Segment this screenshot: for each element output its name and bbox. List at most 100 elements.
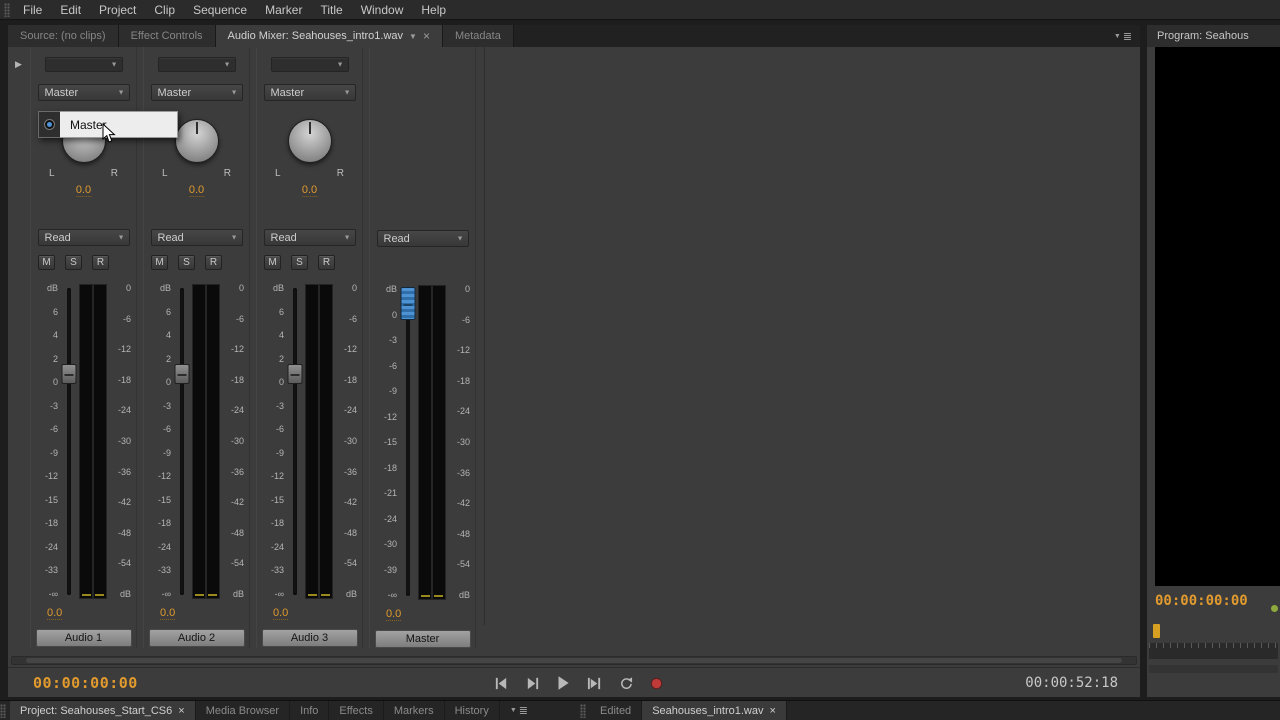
menu-item[interactable]: Clip — [145, 0, 184, 20]
menu-item[interactable]: Project — [90, 0, 145, 20]
msr-button[interactable]: R — [92, 255, 109, 270]
popup-menu-item-master[interactable]: Master — [60, 111, 178, 138]
pan-knob[interactable] — [287, 119, 332, 163]
effects-slot-dropdown[interactable]: ▼ — [44, 57, 123, 72]
volume-fader-track[interactable] — [400, 285, 416, 600]
fader-scale-label: -18 — [383, 462, 397, 473]
fader-scale-label: -9 — [388, 386, 397, 396]
output-assign-dropdown[interactable]: Master ▼ — [37, 84, 130, 101]
automation-mode-dropdown[interactable]: Read ▼ — [376, 230, 469, 247]
goto-in-button[interactable] — [490, 673, 512, 693]
bottom-tab[interactable]: Effects — [329, 701, 384, 720]
chevron-down-icon: ▼ — [336, 61, 344, 68]
volume-fader-track[interactable] — [287, 284, 303, 599]
volume-fader-track[interactable] — [61, 284, 77, 599]
effects-slot-dropdown[interactable]: ▼ — [157, 57, 236, 72]
bottom-tab[interactable]: Markers — [384, 701, 445, 720]
menu-item[interactable]: Help — [412, 0, 455, 20]
tab-project[interactable]: Project: Seahouses_Start_CS6 × — [10, 701, 196, 720]
level-value[interactable]: 0.0 — [160, 607, 176, 620]
record-button[interactable] — [645, 673, 667, 693]
meter-scale: 0 -6 -12 -18 -24 -30 -36 -42 -48 -54 dB — [109, 284, 136, 599]
level-value[interactable]: 0.0 — [386, 608, 402, 621]
panel-grip[interactable] — [0, 703, 6, 718]
automation-mode-dropdown[interactable]: Read ▼ — [37, 229, 130, 246]
effects-slot-dropdown[interactable]: ▼ — [270, 57, 349, 72]
close-icon[interactable]: × — [423, 29, 430, 43]
meter-scale-label: -36 — [230, 466, 244, 477]
tab-edited[interactable]: Edited — [590, 701, 643, 720]
automation-mode-dropdown[interactable]: Read ▼ — [263, 229, 356, 246]
track-name-button[interactable]: Master — [374, 630, 471, 648]
master-strip-spacer — [370, 57, 475, 216]
panel-expand-arrow[interactable]: ▶ — [15, 59, 22, 70]
menu-item[interactable]: Marker — [256, 0, 311, 20]
level-value[interactable]: 0.0 — [47, 607, 63, 620]
pan-value[interactable]: 0.0 — [188, 184, 205, 197]
menu-item[interactable]: File — [14, 0, 51, 20]
bottom-tab[interactable]: History — [445, 701, 500, 720]
tab-metadata[interactable]: Metadata — [442, 25, 514, 47]
panel-grip[interactable] — [4, 2, 10, 17]
meter-scale-label: -36 — [117, 466, 131, 477]
pan-value[interactable]: 0.0 — [75, 184, 92, 197]
msr-button[interactable]: M — [38, 255, 55, 270]
output-assign-dropdown[interactable]: Master ▼ — [263, 84, 356, 101]
track-name-button[interactable]: Audio 2 — [148, 629, 245, 647]
play-button[interactable] — [552, 673, 574, 693]
output-assign-dropdown[interactable]: Master ▼ — [150, 84, 243, 101]
horizontal-scrollbar[interactable] — [11, 656, 1137, 665]
close-icon[interactable]: × — [178, 705, 184, 717]
channel-strip-master: Read ▼ dB 0 -3 -6 -9 -12 -15 -18 -21 -24 -30 -39 -∞… — [369, 47, 476, 648]
menu-item[interactable]: Window — [352, 0, 413, 20]
panel-grip[interactable] — [579, 703, 586, 718]
pan-knob[interactable] — [174, 119, 219, 163]
goto-out-button[interactable] — [521, 673, 543, 693]
marker-icon[interactable] — [1153, 624, 1160, 638]
msr-button[interactable]: M — [151, 255, 168, 270]
tab-seahouses-wav[interactable]: Seahouses_intro1.wav × — [642, 701, 787, 720]
bottom-tab[interactable]: Media Browser — [196, 701, 291, 720]
fader-scale-label: 0 — [391, 309, 397, 320]
program-timecode[interactable]: 00:00:00:00 — [1147, 586, 1280, 609]
msr-button[interactable]: S — [291, 255, 308, 270]
msr-button[interactable]: M — [264, 255, 281, 270]
track-name-button[interactable]: Audio 1 — [35, 629, 132, 647]
fader-handle[interactable] — [287, 364, 303, 384]
loop-button[interactable] — [614, 673, 636, 693]
scrollbar-thumb[interactable] — [26, 658, 1122, 663]
meter-scale-label: -30 — [343, 435, 357, 446]
menu-item[interactable]: Sequence — [184, 0, 256, 20]
fader-handle[interactable] — [61, 364, 77, 384]
bottom-tab[interactable]: Info — [290, 701, 330, 720]
playhead-timecode[interactable]: 00:00:00:00 — [33, 674, 138, 692]
program-scrollbar[interactable] — [1149, 665, 1278, 673]
msr-button[interactable]: S — [178, 255, 195, 270]
volume-fader-track[interactable] — [174, 284, 190, 599]
tab-source[interactable]: Source: (no clips) — [8, 25, 119, 47]
msr-button[interactable]: S — [65, 255, 82, 270]
level-value[interactable]: 0.0 — [273, 607, 289, 620]
tab-effect-controls[interactable]: Effect Controls — [118, 25, 216, 47]
panel-menu-icon[interactable]: ▼ ≣ — [1106, 25, 1140, 47]
msr-button[interactable]: R — [205, 255, 222, 270]
chevron-down-icon[interactable]: ▼ — [409, 32, 417, 41]
close-icon[interactable]: × — [769, 705, 775, 717]
meter-scale-label: -42 — [230, 497, 244, 508]
tab-program[interactable]: Program: Seahous — [1147, 25, 1280, 47]
tab-audio-mixer[interactable]: Audio Mixer: Seahouses_intro1.wav ▼ × — [215, 25, 443, 47]
automation-mode-dropdown[interactable]: Read ▼ — [150, 229, 243, 246]
menu-item[interactable]: Edit — [51, 0, 90, 20]
meter-scale-label: -18 — [456, 375, 470, 386]
program-mini-timeline[interactable] — [1149, 643, 1278, 659]
play-in-out-button[interactable] — [583, 673, 605, 693]
pan-value[interactable]: 0.0 — [301, 184, 318, 197]
pan-left-label: L — [162, 168, 168, 179]
master-fader-handle[interactable] — [400, 287, 416, 320]
msr-button[interactable]: R — [318, 255, 335, 270]
fader-handle[interactable] — [174, 364, 190, 384]
track-name-button[interactable]: Audio 3 — [261, 629, 358, 647]
menu-item[interactable]: Title — [311, 0, 351, 20]
fader-scale-label: -6 — [275, 424, 284, 435]
panel-menu-icon[interactable]: ▼ ≣ — [500, 701, 538, 720]
